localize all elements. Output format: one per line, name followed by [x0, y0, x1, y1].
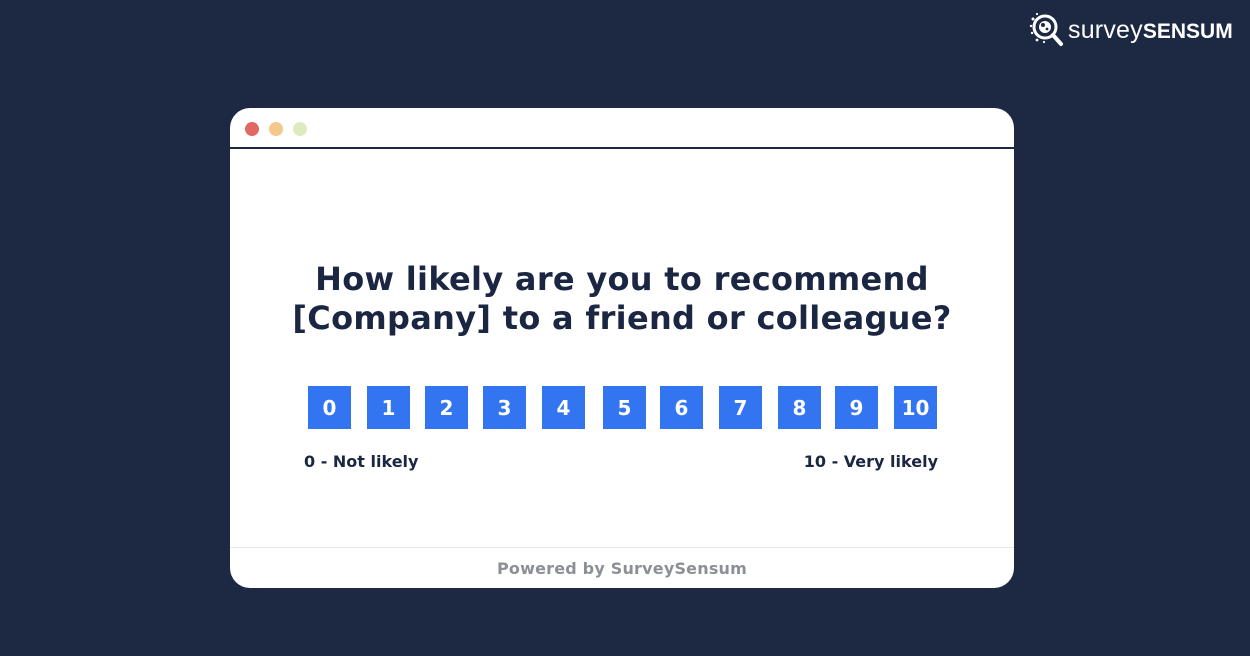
window-titlebar [230, 108, 1014, 149]
window-minimize-dot[interactable] [269, 122, 283, 136]
brand-sensum-text: SENSUM [1142, 19, 1233, 43]
nps-option-1[interactable]: 1 [367, 386, 410, 429]
window-footer: Powered by SurveySensum [230, 547, 1014, 588]
scale-high-label: 10 - Very likely [803, 452, 938, 471]
nps-option-6[interactable]: 6 [660, 386, 703, 429]
nps-option-8[interactable]: 8 [778, 386, 821, 429]
question-line-1: How likely are you to recommend [315, 260, 929, 298]
nps-option-7[interactable]: 7 [719, 386, 762, 429]
window-close-dot[interactable] [245, 122, 259, 136]
surveysensum-logo: survey SENSUM [1028, 10, 1242, 50]
magnifier-logo-icon [1029, 12, 1063, 46]
nps-option-0[interactable]: 0 [308, 386, 351, 429]
nps-option-5[interactable]: 5 [603, 386, 646, 429]
survey-window: How likely are you to recommend [Company… [230, 108, 1014, 588]
scale-low-label: 0 - Not likely [304, 452, 419, 471]
nps-option-10[interactable]: 10 [894, 386, 937, 429]
brand-wordmark: survey SENSUM [1068, 15, 1233, 44]
nps-option-4[interactable]: 4 [542, 386, 585, 429]
nps-option-9[interactable]: 9 [835, 386, 878, 429]
window-maximize-dot[interactable] [293, 122, 307, 136]
survey-question: How likely are you to recommend [Company… [270, 260, 974, 338]
brand-survey-text: survey [1068, 15, 1143, 44]
question-line-2: [Company] to a friend or colleague? [292, 299, 952, 337]
powered-by-text: Powered by SurveySensum [496, 559, 748, 578]
nps-option-2[interactable]: 2 [425, 386, 468, 429]
nps-option-3[interactable]: 3 [483, 386, 526, 429]
